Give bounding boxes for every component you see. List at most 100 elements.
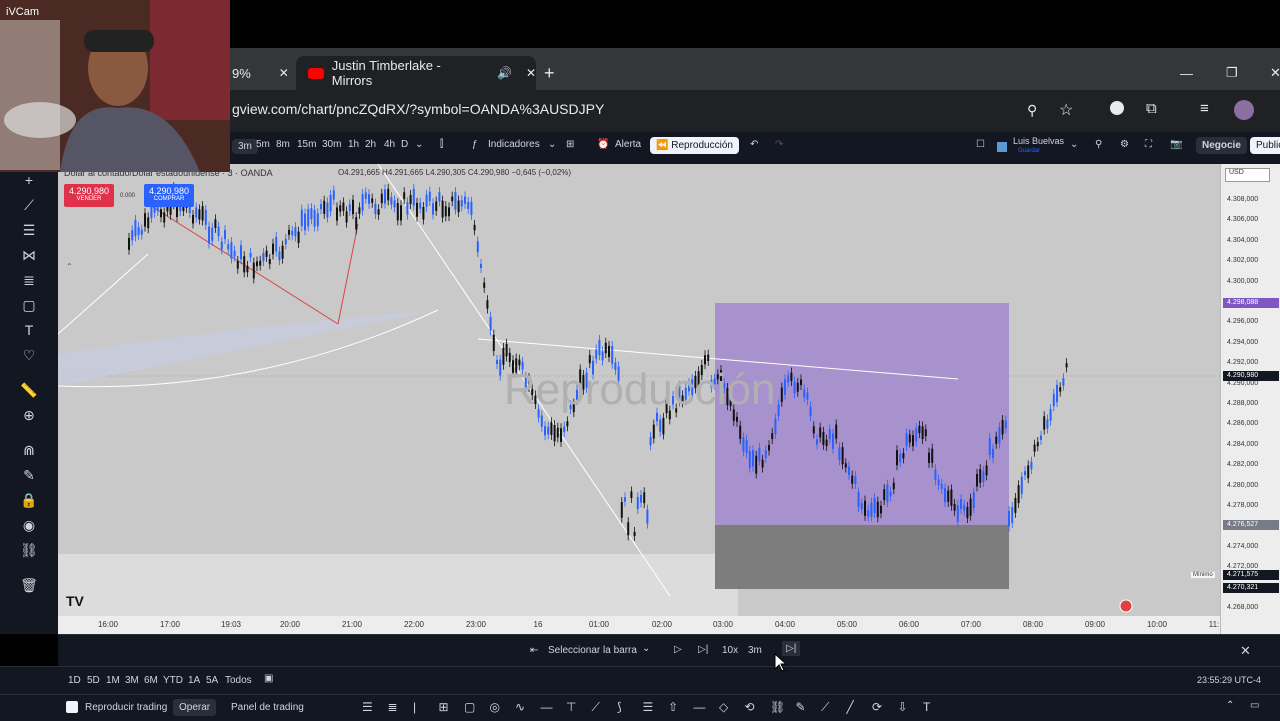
- pin-icon[interactable]: ⊤: [566, 700, 576, 714]
- alarm-icon[interactable]: ⏰: [597, 139, 609, 150]
- speed-button[interactable]: 10x: [722, 645, 738, 656]
- interval-15m[interactable]: 15m: [297, 139, 316, 150]
- interval-4h[interactable]: 4h: [384, 139, 395, 150]
- dash-icon[interactable]: —: [541, 700, 553, 714]
- puzzle-icon[interactable]: ⧉: [1146, 100, 1157, 117]
- heart-icon[interactable]: ♡: [23, 347, 36, 364]
- close-icon[interactable]: ✕: [279, 66, 289, 80]
- select-bar-button[interactable]: Seleccionar la barra: [548, 645, 637, 656]
- browser-tab-1[interactable]: 9% ✕: [230, 56, 292, 90]
- redo-icon[interactable]: ↷: [775, 139, 783, 150]
- cycle-icon[interactable]: ⟳: [872, 700, 882, 714]
- trade-button[interactable]: Negocie: [1196, 137, 1247, 154]
- restore-button[interactable]: ❐: [1226, 56, 1238, 90]
- curve-icon[interactable]: ⟲: [745, 700, 755, 714]
- star-icon[interactable]: ☆: [1059, 100, 1073, 120]
- url-text[interactable]: gview.com/chart/pncZQdRX/?symbol=OANDA%3…: [232, 101, 604, 117]
- user-name[interactable]: Luis Buelvas: [1013, 136, 1064, 146]
- interval-5m[interactable]: 5m: [256, 139, 270, 150]
- text-icon[interactable]: T: [25, 322, 34, 338]
- indicators-icon[interactable]: ƒ: [472, 139, 478, 150]
- sell-button[interactable]: 4.290,980 VENDER: [64, 184, 114, 207]
- ruler-icon[interactable]: ⟋: [821, 700, 829, 715]
- select-bar-icon[interactable]: ⇤: [530, 645, 538, 656]
- interval-30m[interactable]: 30m: [322, 139, 341, 150]
- square-icon[interactable]: ▢: [464, 700, 475, 714]
- interval-1h[interactable]: 1h: [348, 139, 359, 150]
- list-icon[interactable]: ≣: [388, 700, 398, 714]
- pen-icon[interactable]: ✎: [796, 700, 806, 714]
- time-axis[interactable]: 16:00 17:00 19:03 20:00 21:00 22:00 23:00 16 01:…: [58, 616, 1220, 634]
- brush-icon[interactable]: ⟋: [592, 700, 600, 715]
- menu-icon[interactable]: ☰: [362, 700, 373, 714]
- interval-3m[interactable]: 3m: [232, 139, 258, 154]
- collapse-icon[interactable]: ⌃: [66, 262, 73, 271]
- eye-icon[interactable]: ◉: [23, 517, 35, 534]
- replay-trading-label[interactable]: Reproducir trading: [85, 702, 167, 713]
- currency-selector[interactable]: USD: [1225, 168, 1270, 182]
- range-5a[interactable]: 5A: [206, 675, 218, 686]
- fullscreen-icon[interactable]: ⛶: [1145, 139, 1152, 150]
- close-icon[interactable]: ✕: [1240, 643, 1251, 659]
- undo-icon[interactable]: ↶: [750, 139, 758, 150]
- search-icon[interactable]: ⚲: [1095, 139, 1102, 150]
- interval-2h[interactable]: 2h: [365, 139, 376, 150]
- indicators-button[interactable]: Indicadores: [488, 139, 540, 150]
- line-icon[interactable]: —: [694, 700, 706, 714]
- settings-icon[interactable]: ⚙: [1120, 139, 1129, 150]
- play-icon[interactable]: ▷: [674, 644, 682, 655]
- replay-button[interactable]: ⏪ Reproducción: [650, 137, 739, 154]
- grid-icon[interactable]: ⊞: [439, 700, 449, 714]
- calendar-icon[interactable]: ▣: [264, 673, 273, 684]
- chevron-up-icon[interactable]: ⌃: [1226, 700, 1234, 711]
- maximize-panel-icon[interactable]: ▭: [1250, 700, 1259, 711]
- rectangle-icon[interactable]: ▢: [22, 297, 35, 314]
- camera-icon[interactable]: 📷: [1170, 139, 1182, 150]
- circle-icon[interactable]: ◎: [490, 700, 500, 714]
- lines-icon[interactable]: ☰: [643, 700, 654, 714]
- publish-button[interactable]: Public: [1250, 137, 1280, 154]
- range-all[interactable]: Todos: [225, 675, 252, 686]
- clock-display[interactable]: 23:55:29 UTC-4: [1197, 675, 1261, 685]
- magnet-icon[interactable]: ⋒: [23, 442, 35, 459]
- new-tab-button[interactable]: +: [544, 56, 555, 90]
- close-icon[interactable]: ✕: [526, 66, 536, 80]
- range-6m[interactable]: 6M: [144, 675, 158, 686]
- checkbox-icon[interactable]: ☐: [976, 139, 985, 150]
- pencil-lock-icon[interactable]: ✎: [23, 467, 35, 484]
- save-label[interactable]: Guardar: [1018, 148, 1040, 154]
- price-axis[interactable]: USD 4.308,000 4.306,000 4.304,000 4.302,000…: [1220, 164, 1280, 634]
- chevron-down-icon[interactable]: ⌄: [415, 139, 423, 150]
- chart-canvas[interactable]: Reproducción TV Dólar al contado/Dólar e…: [58, 164, 1220, 616]
- close-window-button[interactable]: ✕: [1270, 56, 1280, 90]
- extension-icon[interactable]: [1110, 101, 1124, 115]
- horizontal-lines-icon[interactable]: ☰: [23, 222, 36, 239]
- pitchfork-icon[interactable]: ⋈: [22, 247, 36, 264]
- zoom-icon[interactable]: ⚲: [1027, 102, 1037, 119]
- chain-icon[interactable]: ⛓: [770, 700, 785, 714]
- path-icon[interactable]: ⟆: [617, 700, 622, 714]
- text-icon[interactable]: T: [923, 700, 930, 714]
- range-1d[interactable]: 1D: [68, 675, 81, 686]
- range-1m[interactable]: 1M: [106, 675, 120, 686]
- operate-button[interactable]: Operar: [173, 699, 217, 716]
- arrow-down-icon[interactable]: ⇩: [898, 700, 908, 714]
- crosshair-icon[interactable]: +: [25, 172, 33, 188]
- arrow-up-icon[interactable]: ⇧: [668, 700, 678, 714]
- vertical-line-icon[interactable]: |: [413, 700, 416, 714]
- profile-avatar[interactable]: [1234, 100, 1254, 120]
- minimize-button[interactable]: —: [1180, 56, 1193, 90]
- zoom-in-icon[interactable]: ⊕: [23, 407, 35, 424]
- range-ytd[interactable]: YTD: [163, 675, 183, 686]
- candle-type-icon[interactable]: ⫿: [440, 139, 443, 150]
- range-1a[interactable]: 1A: [188, 675, 200, 686]
- interval-8m[interactable]: 8m: [276, 139, 290, 150]
- media-icon[interactable]: ≡: [1200, 100, 1209, 117]
- interval-d[interactable]: D: [401, 139, 408, 150]
- browser-tab-2[interactable]: Justin Timberlake - Mirrors 🔊 ✕: [296, 56, 536, 90]
- chevron-down-icon[interactable]: ⌄: [1070, 139, 1078, 150]
- diamond-icon[interactable]: ◇: [719, 700, 728, 714]
- wave-icon[interactable]: ∿: [515, 700, 525, 714]
- layouts-icon[interactable]: ⊞: [566, 139, 574, 150]
- slash-icon[interactable]: ╱: [847, 700, 854, 714]
